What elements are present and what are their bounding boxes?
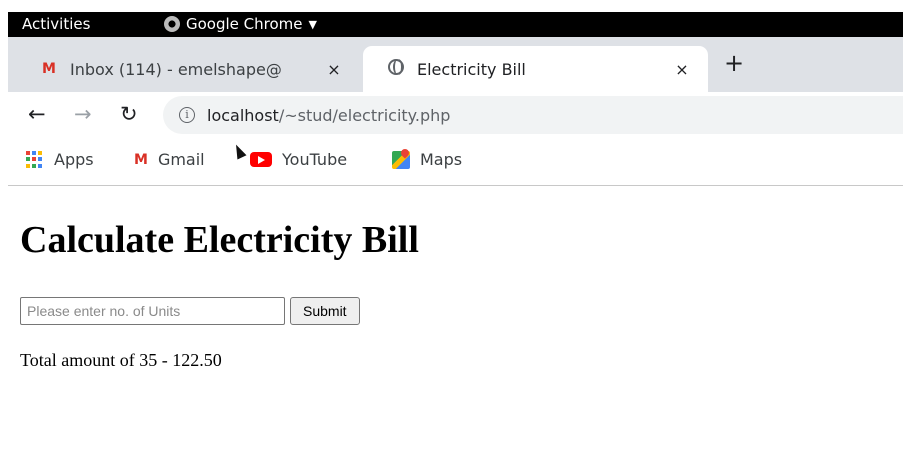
result-text: Total amount of 35 - 122.50 [20,350,222,370]
bookmark-label: Maps [420,150,463,169]
globe-icon [388,59,404,75]
app-menu[interactable]: Google Chrome ▼ [164,15,317,33]
gmail-icon: M [134,151,148,168]
bookmark-label: Gmail [157,150,205,169]
address-bar[interactable]: i localhost/~stud/electricity.php [163,96,903,134]
url-path: /~stud/electricity.php [278,105,451,125]
bookmark-maps[interactable]: Maps [392,150,462,169]
tab-title: Inbox (114) - emelshape@ [70,59,282,79]
youtube-icon [250,152,272,167]
tab-title: Electricity Bill [417,59,526,79]
apps-grid-icon [26,150,44,169]
page-title: Calculate Electricity Bill [20,219,419,261]
tab-strip: M Inbox (114) - emelshape@ × Electricity… [8,37,903,92]
reload-icon[interactable]: ↻ [120,102,138,126]
url-host: localhost [207,105,279,125]
bookmark-gmail[interactable]: M Gmail [134,150,205,169]
maps-icon [392,150,410,169]
bookmarks-bar: Apps M Gmail YouTube Maps [8,138,903,186]
caret-down-icon: ▼ [308,17,317,31]
info-icon[interactable]: i [179,107,195,123]
os-top-bar: Activities Google Chrome ▼ [8,12,903,37]
tab-inbox[interactable]: M Inbox (114) - emelshape@ × [20,46,360,92]
submit-button[interactable]: Submit [290,297,360,325]
back-arrow-icon[interactable]: ← [28,102,46,126]
bookmark-label: Apps [54,150,94,169]
browser-toolbar: ← → ↻ i localhost/~stud/electricity.php [8,92,903,138]
bookmark-youtube[interactable]: YouTube [250,150,347,169]
chrome-icon [164,16,180,32]
units-input[interactable] [20,297,285,325]
tab-electricity-bill[interactable]: Electricity Bill × [363,46,708,92]
gmail-icon: M [42,61,56,77]
units-form: Submit [20,297,360,325]
activities-button[interactable]: Activities [22,15,90,33]
bookmark-apps[interactable]: Apps [26,150,94,169]
close-icon[interactable]: × [322,60,346,79]
app-menu-label: Google Chrome [186,15,303,33]
close-icon[interactable]: × [670,60,694,79]
forward-arrow-icon[interactable]: → [74,102,92,126]
new-tab-button[interactable]: + [724,49,744,77]
bookmark-label: YouTube [282,150,348,169]
